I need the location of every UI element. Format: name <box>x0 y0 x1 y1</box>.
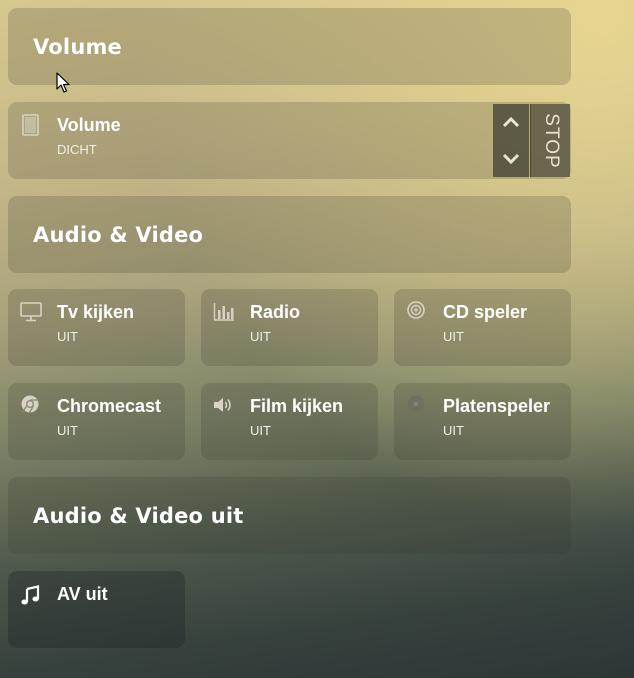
volume-tile[interactable]: Volume DICHT STOP <box>8 102 571 179</box>
tile-name: Tv kijken <box>57 302 135 322</box>
disc-icon <box>406 301 428 323</box>
tile-name: Radio <box>250 302 301 322</box>
tile-name: CD speler <box>443 302 528 322</box>
tile-status: UIT <box>250 423 271 438</box>
tile-status: UIT <box>443 329 464 344</box>
tile-name: Chromecast <box>57 396 162 416</box>
music-note-icon <box>20 585 42 607</box>
volume-controls <box>493 104 529 177</box>
tile-av-uit[interactable]: AV uit <box>8 571 185 648</box>
chevron-up-icon <box>502 116 520 128</box>
tile-platenspeler[interactable]: Platenspeler UIT <box>394 383 571 460</box>
section-title: Volume <box>33 34 123 59</box>
stop-button[interactable]: STOP <box>530 104 570 177</box>
monitor-icon <box>20 301 42 323</box>
section-header-volume: Volume <box>8 8 571 85</box>
tile-status: DICHT <box>57 142 97 157</box>
chevron-down-icon <box>502 153 520 165</box>
mouse-cursor-icon <box>56 72 70 93</box>
tile-name: AV uit <box>57 584 108 604</box>
section-header-audio-video: Audio & Video <box>8 196 571 273</box>
tile-name: Platenspeler <box>443 396 551 416</box>
tile-name: Volume <box>57 115 121 135</box>
tile-status: UIT <box>443 423 464 438</box>
section-title: Audio & Video <box>33 222 204 247</box>
tile-chromecast[interactable]: Chromecast UIT <box>8 383 185 460</box>
speaker-icon <box>213 395 235 417</box>
tile-name: Film kijken <box>250 396 344 416</box>
tile-status: UIT <box>57 329 78 344</box>
volume-up-button[interactable] <box>493 104 529 140</box>
tile-radio[interactable]: Radio UIT <box>201 289 378 366</box>
tile-tv-kijken[interactable]: Tv kijken UIT <box>8 289 185 366</box>
section-header-audio-video-uit: Audio & Video uit <box>8 477 571 554</box>
chrome-icon <box>20 395 42 417</box>
equalizer-icon <box>213 301 235 323</box>
section-title: Audio & Video uit <box>33 503 244 528</box>
blinds-icon <box>20 114 42 136</box>
tile-film-kijken[interactable]: Film kijken UIT <box>201 383 378 460</box>
tile-status: UIT <box>250 329 271 344</box>
tile-cd-speler[interactable]: CD speler UIT <box>394 289 571 366</box>
tile-status: UIT <box>57 423 78 438</box>
stop-label: STOP <box>540 112 562 169</box>
volume-down-button[interactable] <box>493 141 529 177</box>
record-icon <box>406 395 428 417</box>
